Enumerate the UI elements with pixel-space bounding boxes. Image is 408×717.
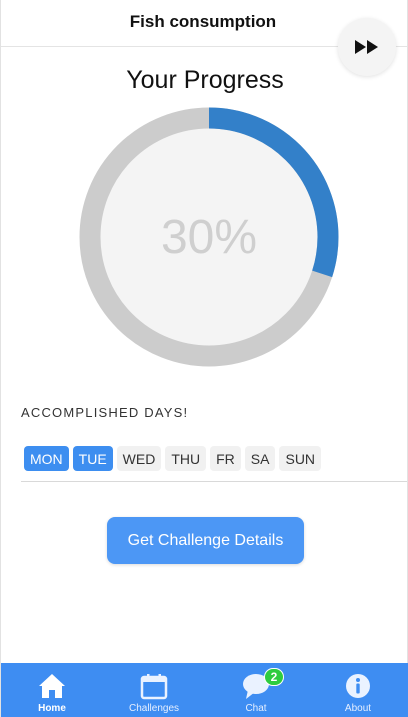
get-challenge-details-button[interactable]: Get Challenge Details <box>107 517 304 564</box>
chat-badge: 2 <box>264 668 284 686</box>
day-chip-wed[interactable]: WED <box>116 446 162 471</box>
progress-ring: 30% <box>78 106 340 368</box>
nav-label-home: Home <box>38 703 66 714</box>
divider <box>21 481 407 482</box>
page-title: Fish consumption <box>129 11 277 31</box>
days-row: MON TUE WED THU FR SA SUN <box>24 446 322 471</box>
nav-item-about[interactable]: About <box>307 663 408 717</box>
nav-item-chat[interactable]: 2 Chat <box>205 663 307 717</box>
nav-item-challenges[interactable]: Challenges <box>103 663 205 717</box>
day-chip-sa[interactable]: SA <box>244 446 276 471</box>
day-chip-mon[interactable]: MON <box>24 446 69 471</box>
day-chip-fr[interactable]: FR <box>210 446 241 471</box>
nav-item-home[interactable]: Home <box>1 663 103 717</box>
accomplished-days-label: ACCOMPLISHED DAYS! <box>21 405 189 420</box>
day-chip-tue[interactable]: TUE <box>72 446 113 471</box>
day-chip-thu[interactable]: THU <box>165 446 207 471</box>
nav-label-about: About <box>344 703 372 714</box>
fast-forward-icon <box>355 40 378 54</box>
nav-label-challenges: Challenges <box>128 703 180 714</box>
bottom-nav: Home Challenges 2 Chat About <box>1 663 408 717</box>
progress-percent: 30% <box>160 210 258 264</box>
progress-title: Your Progress <box>126 66 284 94</box>
info-icon <box>346 674 370 698</box>
home-icon <box>39 674 65 698</box>
nav-label-chat: Chat <box>245 703 267 714</box>
app-screen: Fish consumption Your Progress 30% ACCOM… <box>0 0 408 717</box>
calendar-icon <box>140 674 168 700</box>
day-chip-sun[interactable]: SUN <box>279 446 322 471</box>
